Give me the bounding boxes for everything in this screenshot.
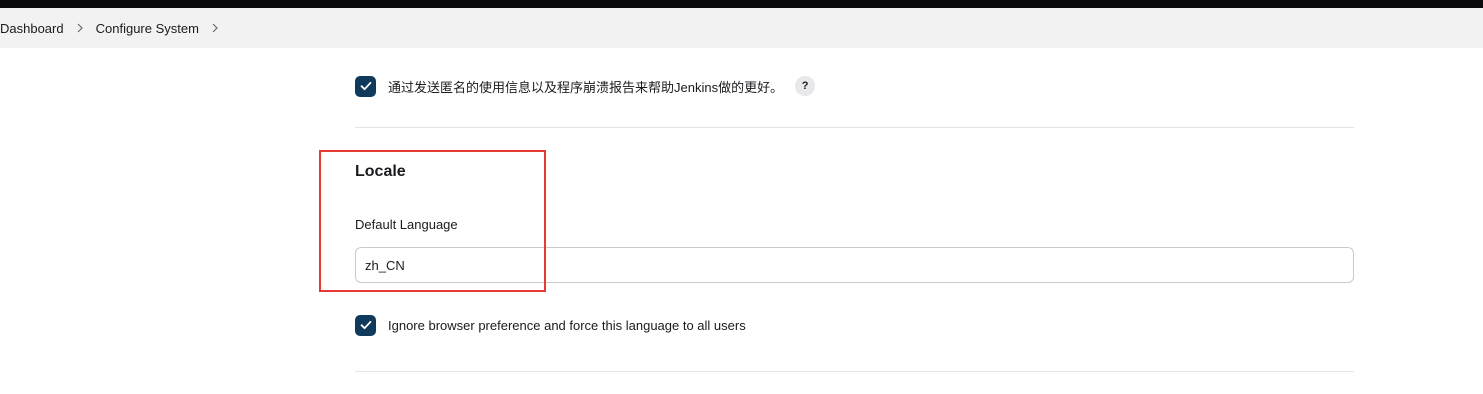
breadcrumb: Dashboard Configure System: [0, 8, 1483, 48]
locale-section-title: Locale: [355, 163, 406, 180]
ignore-browser-checkbox[interactable]: [355, 314, 376, 336]
breadcrumb-item-configure-system[interactable]: Configure System: [96, 8, 199, 48]
top-strip: [0, 0, 1483, 8]
section-divider: [355, 127, 1354, 128]
chevron-right-icon[interactable]: [64, 23, 96, 33]
usage-stats-checkbox[interactable]: [355, 75, 376, 97]
help-icon[interactable]: ?: [795, 76, 816, 96]
default-language-label: Default Language: [355, 217, 458, 232]
chevron-right-icon[interactable]: [199, 23, 231, 33]
ignore-browser-label[interactable]: Ignore browser preference and force this…: [388, 318, 746, 333]
ignore-browser-row: Ignore browser preference and force this…: [355, 314, 746, 336]
usage-stats-row: 通过发送匿名的使用信息以及程序崩溃报告来帮助Jenkins做的更好。 ?: [355, 75, 816, 97]
config-main: 通过发送匿名的使用信息以及程序崩溃报告来帮助Jenkins做的更好。 ? Loc…: [355, 48, 1354, 394]
section-divider: [355, 371, 1354, 372]
check-icon: [360, 81, 371, 91]
breadcrumb-link-dashboard[interactable]: Dashboard: [0, 21, 64, 36]
default-language-input[interactable]: [355, 247, 1354, 283]
breadcrumb-link-configure-system[interactable]: Configure System: [96, 21, 199, 36]
check-icon: [360, 320, 371, 330]
breadcrumb-item-dashboard[interactable]: Dashboard: [0, 8, 64, 48]
usage-stats-label[interactable]: 通过发送匿名的使用信息以及程序崩溃报告来帮助Jenkins做的更好。: [388, 77, 783, 96]
